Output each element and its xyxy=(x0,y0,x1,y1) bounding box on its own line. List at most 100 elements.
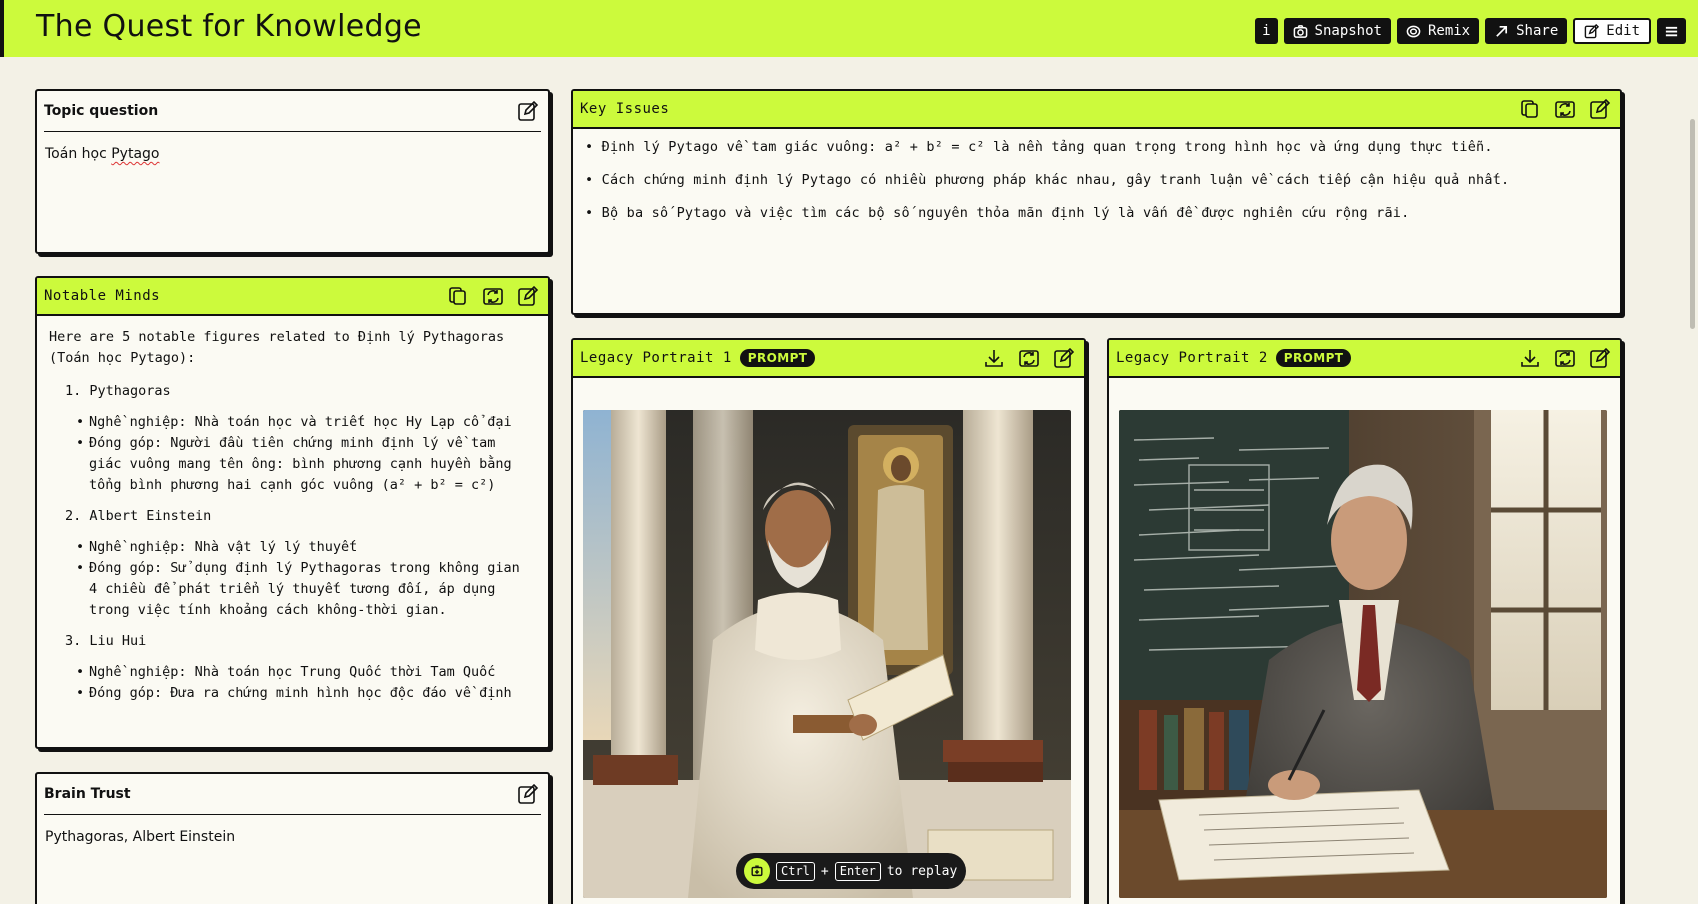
prompt-badge[interactable]: PROMPT xyxy=(1275,349,1352,367)
portrait-image xyxy=(583,410,1071,898)
edit-icon xyxy=(518,783,539,804)
card-title: Key Issues xyxy=(580,101,670,117)
menu-button[interactable] xyxy=(1657,18,1686,44)
info-label: i xyxy=(1262,23,1271,39)
regenerate-button[interactable] xyxy=(481,284,505,308)
card-title: Brain Trust xyxy=(44,786,131,802)
regenerate-button[interactable] xyxy=(1553,346,1577,370)
issue-item: • Định lý Pytago về tam giác vuông: a² +… xyxy=(585,139,1493,155)
edit-button[interactable]: Edit xyxy=(1573,18,1651,44)
card-header: Notable Minds xyxy=(37,278,548,316)
edit-card-button[interactable] xyxy=(1588,97,1612,121)
figure-contribution: Đóng góp: Sử dụng định lý Pythagoras tro… xyxy=(76,558,536,621)
regenerate-button[interactable] xyxy=(1553,97,1577,121)
remix-icon xyxy=(1406,25,1421,37)
regenerate-icon xyxy=(1555,350,1575,367)
brain-trust-field[interactable]: Pythagoras, Albert Einstein xyxy=(37,815,548,859)
figure-contribution: Đóng góp: Người đầu tiên chứng minh định… xyxy=(76,433,536,496)
snapshot-label: Snapshot xyxy=(1314,23,1382,39)
copy-button[interactable] xyxy=(1518,97,1542,121)
prompt-badge[interactable]: PROMPT xyxy=(739,349,816,367)
copy-icon xyxy=(1521,100,1538,118)
replay-button[interactable] xyxy=(744,858,770,884)
info-button[interactable]: i xyxy=(1255,18,1278,44)
figure-name: 3. Liu Hui xyxy=(65,633,147,649)
figure-details: Nghề nghiệp: Nhà toán học và triết học H… xyxy=(76,412,536,496)
app-title: The Quest for Knowledge xyxy=(36,9,422,44)
download-icon xyxy=(1521,350,1539,367)
figure-name: 2. Albert Einstein xyxy=(65,508,212,524)
page-scrollbar[interactable] xyxy=(1686,57,1698,904)
card-title: Notable Minds xyxy=(44,288,161,304)
legacy-portrait-1-card: Legacy Portrait 1 PROMPT xyxy=(571,338,1086,904)
figure-name: 1. Pythagoras xyxy=(65,383,171,399)
figure-occupation: Nghề nghiệp: Nhà toán học Trung Quốc thờ… xyxy=(76,662,536,683)
topic-question-card: Topic question Toán học Pytago xyxy=(35,89,550,254)
edit-icon xyxy=(518,285,539,306)
edit-icon xyxy=(1590,98,1611,119)
card-header: Brain Trust xyxy=(37,774,548,814)
edit-icon xyxy=(1590,347,1611,368)
regenerate-button[interactable] xyxy=(1017,346,1041,370)
scientist-portrait xyxy=(1119,410,1607,898)
edit-icon xyxy=(1584,23,1600,38)
philosopher-portrait xyxy=(583,410,1071,898)
edit-icon xyxy=(518,100,539,121)
topic-value-flagged: Pytago xyxy=(111,146,160,162)
edit-label: Edit xyxy=(1606,23,1640,39)
replay-hint: Ctrl + Enter to replay xyxy=(736,853,966,889)
card-title: Legacy Portrait 2 xyxy=(1116,350,1268,366)
remix-label: Remix xyxy=(1427,23,1471,39)
download-icon xyxy=(985,350,1003,367)
figure-occupation: Nghề nghiệp: Nhà toán học và triết học H… xyxy=(76,412,536,433)
arrow-up-right-icon xyxy=(1496,25,1508,37)
edit-card-button[interactable] xyxy=(516,284,540,308)
notable-minds-card: Notable Minds Here are 5 notable figures… xyxy=(35,276,550,749)
edit-card-button[interactable] xyxy=(516,99,540,123)
replay-icon xyxy=(751,865,763,877)
download-button[interactable] xyxy=(982,346,1006,370)
card-header: Topic question xyxy=(37,91,548,131)
edit-card-button[interactable] xyxy=(1052,346,1076,370)
issue-item: • Cách chứng minh định lý Pytago có nhiề… xyxy=(585,172,1510,188)
card-header: Legacy Portrait 1 PROMPT xyxy=(573,340,1084,378)
share-label: Share xyxy=(1516,23,1559,39)
card-header: Legacy Portrait 2 PROMPT xyxy=(1109,340,1620,378)
issue-item: • Bộ ba số Pytago và việc tìm các bộ số … xyxy=(585,205,1410,221)
minds-intro: Here are 5 notable figures related to Đị… xyxy=(49,329,505,366)
edit-icon xyxy=(1054,347,1075,368)
legacy-portrait-2-card: Legacy Portrait 2 PROMPT xyxy=(1107,338,1622,904)
portrait-image xyxy=(1119,410,1607,898)
share-button[interactable]: Share xyxy=(1485,18,1568,44)
enter-key: Enter xyxy=(834,861,881,881)
key-issues-list: • Định lý Pytago về tam giác vuông: a² +… xyxy=(573,129,1620,248)
figure-details: Nghề nghiệp: Nhà toán học Trung Quốc thờ… xyxy=(76,662,536,704)
plus-sign: + xyxy=(820,863,829,879)
copy-button[interactable] xyxy=(446,284,470,308)
figure-details: Nghề nghiệp: Nhà vật lý lý thuyết Đóng g… xyxy=(76,537,536,621)
replay-text: to replay xyxy=(886,863,958,879)
card-title: Legacy Portrait 1 xyxy=(580,350,732,366)
toolbar: i Snapshot Remix Share Edit xyxy=(1255,18,1686,44)
copy-icon xyxy=(449,287,466,305)
scrollbar-thumb[interactable] xyxy=(1690,119,1695,329)
snapshot-button[interactable]: Snapshot xyxy=(1283,18,1391,44)
topic-field[interactable]: Toán học Pytago xyxy=(37,132,548,176)
regenerate-icon xyxy=(1019,350,1039,367)
edit-card-button[interactable] xyxy=(516,782,540,806)
regenerate-icon xyxy=(483,288,503,305)
figure-contribution: Đóng góp: Đưa ra chứng minh hình học độc… xyxy=(76,683,536,704)
download-button[interactable] xyxy=(1518,346,1542,370)
remix-button[interactable]: Remix xyxy=(1396,18,1480,44)
figure-occupation: Nghề nghiệp: Nhà vật lý lý thuyết xyxy=(76,537,536,558)
regenerate-icon xyxy=(1555,101,1575,118)
camera-icon xyxy=(1293,24,1307,38)
brain-trust-value: Pythagoras, Albert Einstein xyxy=(45,829,236,845)
hamburger-icon xyxy=(1665,26,1678,36)
topic-value: Toán học xyxy=(45,146,112,162)
card-title: Topic question xyxy=(44,103,159,119)
edit-card-button[interactable] xyxy=(1588,346,1612,370)
top-bar: The Quest for Knowledge i Snapshot Remix… xyxy=(0,0,1698,57)
brain-trust-card: Brain Trust Pythagoras, Albert Einstein xyxy=(35,772,550,904)
notable-minds-content: Here are 5 notable figures related to Đị… xyxy=(37,316,548,715)
